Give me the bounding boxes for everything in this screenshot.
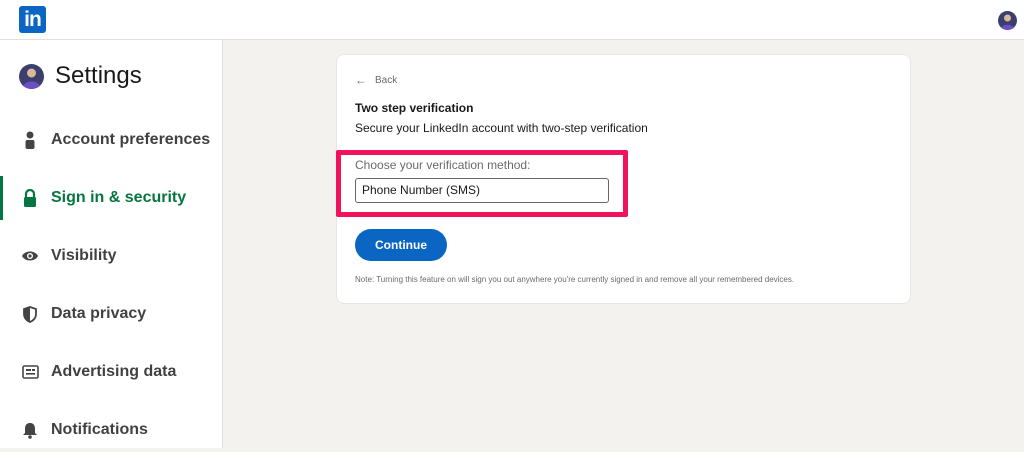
sign-out-note: Note: Turning this feature on will sign … [355,275,795,284]
sidebar-item-label: Data privacy [51,305,147,322]
sidebar-item-account-preferences[interactable]: Account preferences [0,118,222,162]
back-link[interactable]: ← Back [355,73,397,87]
settings-header: Settings [19,62,142,90]
continue-button[interactable]: Continue [355,229,447,261]
two-step-verification-card: ← Back Two step verification Secure your… [336,54,911,304]
page-title: Settings [55,62,142,89]
person-icon [20,130,40,150]
sidebar-item-label: Notifications [51,421,148,438]
sidebar-item-label: Sign in & security [51,189,187,206]
sidebar-item-data-privacy[interactable]: Data privacy [0,292,222,336]
bell-icon [20,420,40,440]
linkedin-logo[interactable]: in [19,6,46,33]
avatar [19,63,44,89]
top-nav-bar: in [0,0,1024,40]
sidebar-item-sign-in-security[interactable]: Sign in & security [0,176,222,220]
eye-icon [20,246,40,266]
sidebar-item-visibility[interactable]: Visibility [0,234,222,278]
ad-icon [20,362,40,382]
shield-icon [20,304,40,324]
section-subtitle: Secure your LinkedIn account with two-st… [355,121,648,135]
arrow-left-icon: ← [355,73,367,87]
back-label: Back [375,74,398,86]
sidebar-item-label: Advertising data [51,363,177,380]
sidebar-item-label: Visibility [51,247,117,264]
sidebar-item-notifications[interactable]: Notifications [0,408,222,452]
lock-icon [20,188,40,208]
verification-method-label: Choose your verification method: [355,158,531,172]
sidebar-item-advertising-data[interactable]: Advertising data [0,350,222,394]
settings-sidebar: Settings Account preferences Sign in & s… [0,40,223,448]
verification-method-select[interactable]: Phone Number (SMS) [355,178,609,203]
profile-avatar[interactable] [998,11,1017,30]
sidebar-item-label: Account preferences [51,131,211,148]
section-title: Two step verification [355,101,474,115]
